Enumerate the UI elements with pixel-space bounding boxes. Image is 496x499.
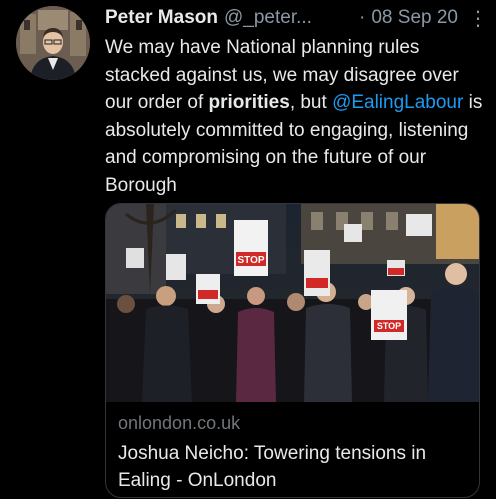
tweet-text-part: , but [289, 92, 333, 113]
link-card[interactable]: STOP STOP onlondon.co.uk Joshua Neicho: … [105, 203, 480, 498]
author-handle[interactable]: @_peter... [224, 7, 312, 29]
tweet-text-bold: priorities [208, 92, 290, 113]
avatar-photo [16, 6, 90, 80]
tweet-text: We may have National planning rules stac… [105, 34, 485, 199]
mention-link[interactable]: @EalingLabour [332, 92, 463, 113]
sign-text: STOP [237, 255, 264, 266]
sign-text: STOP [377, 321, 401, 331]
author-name[interactable]: Peter Mason [105, 7, 218, 29]
card-image[interactable]: STOP STOP [106, 204, 479, 402]
more-vertical-icon[interactable]: ⋮ [468, 6, 488, 31]
separator-dot: · [359, 7, 366, 28]
card-domain[interactable]: onlondon.co.uk [118, 413, 468, 434]
author-avatar[interactable] [16, 6, 90, 80]
card-meta: onlondon.co.uk Joshua Neicho: Towering t… [118, 413, 468, 494]
card-title[interactable]: Joshua Neicho: Towering tensions in Eali… [118, 440, 468, 494]
tweet-header: Peter Mason @_peter... · 08 Sep 20 ⋮ [105, 6, 488, 31]
tweet-date[interactable]: 08 Sep 20 [371, 7, 458, 29]
